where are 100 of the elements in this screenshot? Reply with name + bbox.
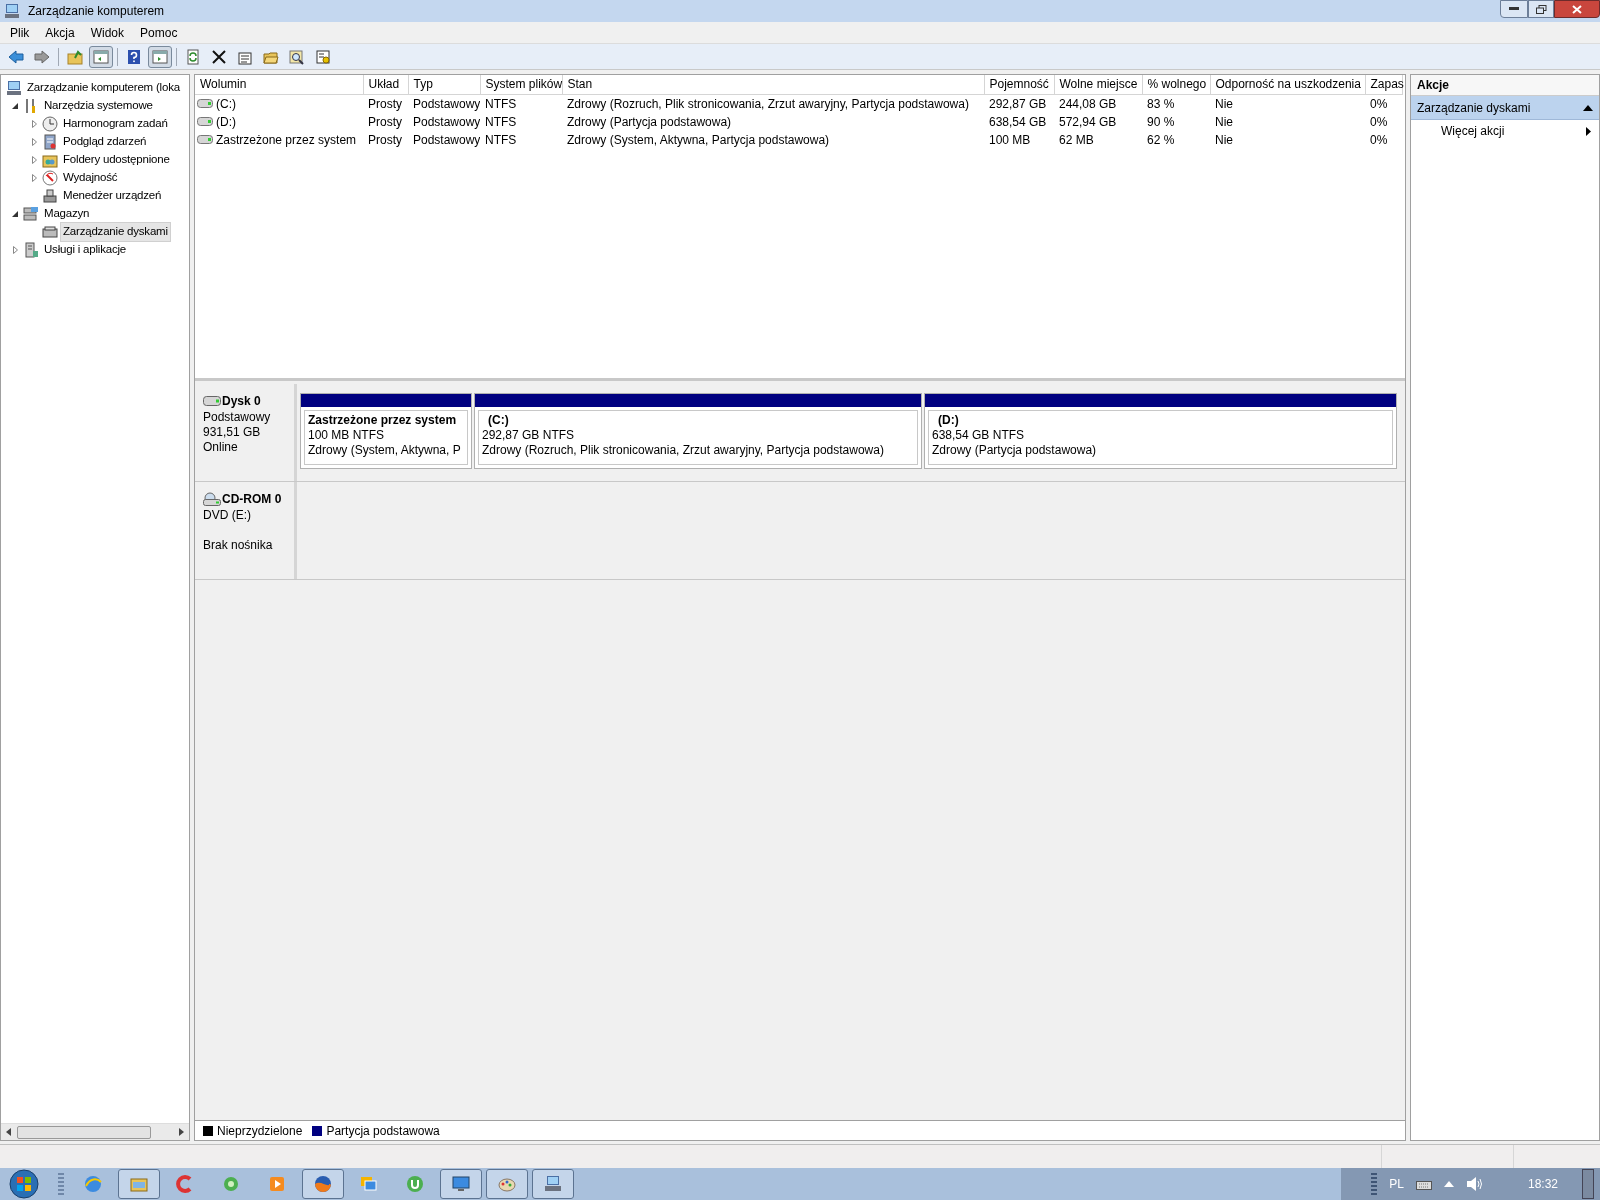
restore-icon — [1535, 4, 1547, 14]
magnifier-icon — [289, 48, 305, 65]
tree-item[interactable]: Narzędzia systemowe — [41, 96, 156, 116]
table-cell: NTFS — [480, 94, 562, 113]
menu-item[interactable]: Akcja — [37, 22, 83, 43]
column-header[interactable]: Stan — [562, 75, 984, 94]
table-cell-text: Prosty — [367, 131, 403, 149]
table-cell-text: (C:) — [216, 95, 236, 113]
column-header[interactable]: Wolumin — [195, 75, 363, 94]
column-header[interactable]: Wolne miejsce — [1054, 75, 1142, 94]
horizontal-scrollbar[interactable] — [1, 1123, 189, 1140]
table-cell-text: (D:) — [216, 113, 236, 131]
submenu-arrow-icon — [1586, 126, 1591, 136]
minimize-icon — [1509, 7, 1519, 11]
partition-block[interactable]: (C:) 292,87 GB NTFS Zdrowy (Rozruch, Plik stronicowania, Zrzut awaryjny, Partycja podstawowa) — [474, 393, 922, 469]
drive-icon — [203, 396, 221, 406]
taskbar-button[interactable] — [486, 1169, 528, 1199]
table-cell-text: 0% — [1369, 113, 1389, 131]
tree-item[interactable]: Usługi i aplikacje — [41, 240, 130, 260]
table-cell-text: 100 MB — [988, 131, 1032, 149]
table-cell-text: Nie — [1214, 113, 1234, 131]
partition-block[interactable]: (D:) 638,54 GB NTFS Zdrowy (Partycja podstawowa) — [924, 393, 1397, 469]
drive-icon — [197, 117, 213, 126]
collapse-caret-icon[interactable] — [1583, 104, 1593, 111]
partition-size: 292,87 GB NTFS — [482, 428, 576, 443]
actions-section[interactable]: Zarządzanie dyskami — [1411, 96, 1599, 120]
taskbar-button[interactable] — [118, 1169, 160, 1199]
column-header[interactable]: Odporność na uszkodzenia — [1210, 75, 1365, 94]
help-icon — [126, 48, 142, 65]
tree-item[interactable]: Menedżer urządzeń — [60, 186, 165, 206]
column-header[interactable]: Typ — [408, 75, 480, 94]
menu-item[interactable]: Plik — [2, 22, 38, 43]
partition-label: Zastrzeżone przez system — [308, 413, 458, 428]
disk-detail: Online — [203, 440, 239, 455]
optical-drive-icon — [203, 492, 221, 506]
table-cell-text: Zdrowy (Partycja podstawowa) — [566, 113, 733, 131]
folder-up-icon — [67, 48, 83, 65]
partition-block[interactable]: Zastrzeżone przez system 100 MB NTFS Zdrowy (System, Aktywna, P — [300, 393, 472, 469]
gauge-icon — [42, 170, 58, 186]
tree-item[interactable]: Magazyn — [41, 204, 93, 224]
column-header[interactable]: Zapas — [1365, 75, 1402, 94]
keyboard-icon[interactable] — [1415, 1178, 1432, 1190]
storage-icon — [23, 206, 39, 222]
computer-icon — [6, 80, 22, 96]
partition-status: Zdrowy (Rozruch, Plik stronicowania, Zrzut awaryjny, Partycja podstawowa) — [482, 443, 885, 458]
table-cell: 0% — [1365, 94, 1402, 113]
partition-label: (D:) — [937, 413, 960, 428]
table-cell-text: 62 % — [1146, 131, 1176, 149]
table-cell: NTFS — [480, 112, 562, 131]
taskbar-button[interactable] — [440, 1169, 482, 1199]
refresh-icon — [185, 48, 201, 65]
disk-name: Dysk 0 — [222, 393, 261, 410]
legend-label: Partycja podstawowa — [326, 1122, 440, 1140]
settings-icon — [315, 48, 331, 65]
tree-item[interactable]: Zarządzanie dyskami — [60, 222, 171, 242]
tree-item[interactable]: Foldery udostępnione — [60, 150, 173, 170]
tree-item[interactable]: Wydajność — [60, 168, 121, 188]
close-button[interactable] — [1554, 0, 1600, 18]
tree-item[interactable]: Podgląd zdarzeń — [60, 132, 150, 152]
show-desktop-button[interactable] — [1582, 1169, 1594, 1199]
pane-icon — [93, 48, 109, 65]
menu-item[interactable]: Widok — [82, 22, 133, 43]
column-header[interactable]: System plików — [480, 75, 562, 94]
menu-item[interactable]: Pomoc — [132, 22, 186, 43]
forward-arrow-icon — [34, 48, 50, 65]
column-header[interactable]: Układ — [363, 75, 408, 94]
scrollbar-thumb[interactable] — [17, 1125, 151, 1139]
table-cell: 83 % — [1142, 94, 1210, 113]
taskbar-button[interactable] — [532, 1169, 574, 1199]
drive-icon — [197, 99, 213, 108]
taskbar-button[interactable] — [302, 1169, 344, 1199]
table-cell-text: Nie — [1214, 131, 1234, 149]
monitor-icon — [451, 1174, 471, 1194]
disk-status: Brak nośnika — [203, 538, 274, 553]
table-cell: Nie — [1210, 94, 1365, 113]
partition-label: (C:) — [487, 413, 510, 428]
table-cell: Prosty — [363, 94, 408, 113]
tree-item[interactable]: Zarządzanie komputerem (loka — [24, 78, 183, 98]
table-cell-text: Zdrowy (System, Aktywna, Partycja podstawowa) — [566, 131, 831, 149]
show-hidden-icons-icon[interactable] — [1443, 1181, 1454, 1187]
shared-folder-icon — [42, 152, 58, 168]
column-header[interactable]: Pojemność — [984, 75, 1054, 94]
windows-logo-icon — [6, 1169, 42, 1199]
computer-icon — [4, 3, 20, 19]
action-item[interactable]: Więcej akcji — [1411, 120, 1599, 142]
table-cell-text: Podstawowy — [412, 131, 480, 149]
actions-header: Akcje — [1411, 75, 1599, 96]
back-arrow-icon — [8, 48, 24, 65]
maximize-button[interactable] — [1528, 0, 1554, 18]
u-logo-icon — [405, 1174, 425, 1194]
minimize-button[interactable] — [1500, 0, 1528, 18]
scroll-left-icon[interactable] — [6, 1128, 12, 1136]
clock-icon — [42, 116, 58, 132]
tree-item[interactable]: Harmonogram zadań — [60, 114, 171, 134]
drive-icon — [197, 135, 213, 144]
scroll-right-icon[interactable] — [178, 1128, 184, 1136]
column-header[interactable]: % wolnego — [1142, 75, 1210, 94]
table-cell: Podstawowy — [408, 94, 480, 113]
partition-status: Zdrowy (Partycja podstawowa) — [932, 443, 1098, 458]
speaker-icon[interactable] — [1465, 1176, 1484, 1192]
